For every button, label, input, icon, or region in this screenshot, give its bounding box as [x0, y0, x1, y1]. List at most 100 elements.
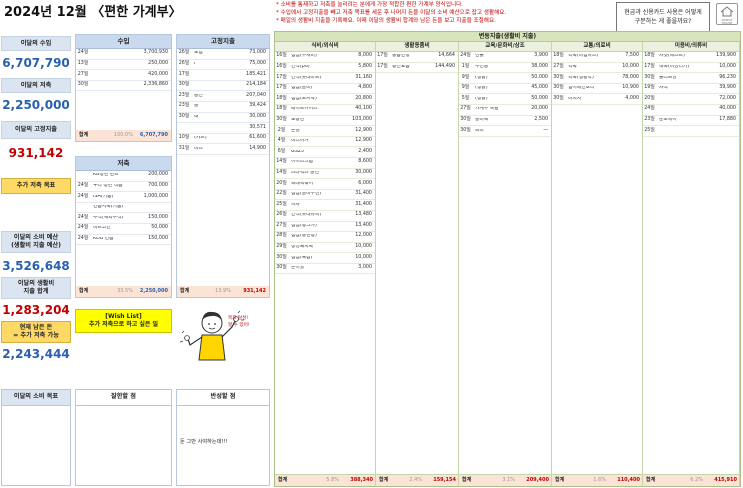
variable-category-4: 미용비/의류비 — [643, 42, 740, 51]
variable-row[interactable]: 17일 중금면정 14,664 — [376, 52, 458, 63]
variable-row[interactable]: 25일 피자 31,400 — [275, 200, 375, 211]
savings-row-name: 연금저축(키움) — [93, 205, 124, 210]
income-row[interactable]: 13일 250,000 — [76, 60, 171, 71]
fixed-row-amount: 14,900 — [249, 145, 266, 151]
variable-row[interactable]: 18일 점심(도시락) 20,800 — [275, 94, 375, 105]
income-row[interactable]: 27일 420,000 — [76, 70, 171, 81]
variable-row[interactable]: 29일 정성돼지국 10,000 — [275, 243, 375, 254]
fixed-row[interactable]: 30일 214,184 — [177, 81, 269, 92]
fixed-sum-percent: 13.9% — [215, 288, 231, 294]
fixed-row[interactable]: 26일 F 75,000 — [177, 60, 269, 71]
fixed-row[interactable]: 17일 185,421 — [177, 70, 269, 81]
variable-row[interactable]: 27일 약국 10,000 — [552, 63, 642, 74]
good-points-panel[interactable]: 잘한할 점 — [75, 389, 172, 486]
variable-row[interactable]: 30일 약국(생활약) 78,000 — [552, 73, 642, 84]
savings-row[interactable]: 연금저축(키움) — [76, 203, 171, 214]
variable-row[interactable]: 30일 회비 — — [459, 126, 551, 137]
variable-row[interactable]: 30일 충비록 2,500 — [459, 116, 551, 127]
help-link[interactable]: 현금과 신용카드 사용은 어떻게 구분하는 게 좋을까요? — [616, 2, 710, 32]
income-row[interactable]: 30일 2,336,860 — [76, 81, 171, 92]
variable-row[interactable]: 30일 바지지 4,000 — [552, 94, 642, 105]
variable-row[interactable]: 4일 비디버거 12,900 — [275, 137, 375, 148]
variable-row[interactable]: 6일 GS25 2,400 — [275, 147, 375, 158]
variable-row[interactable]: 18일 자켓(베스트) 139,900 — [643, 52, 739, 63]
variable-row[interactable]: 20일 72,000 — [643, 94, 739, 105]
help-line-2: 구분하는 게 좋을까요? — [634, 18, 692, 25]
variable-row[interactable]: 1일 무선통 38,000 — [459, 63, 551, 74]
savings-row-date: 24일 — [77, 182, 89, 188]
fixed-label: 이달의 고정지출 — [1, 121, 71, 139]
variable-row[interactable]: 16일 간식(pu) 5,800 — [275, 63, 375, 74]
savings-row[interactable]: 24일 우리 청년 적금 700,000 — [76, 182, 171, 193]
variable-row[interactable]: 16일 점심(수제비) 8,000 — [275, 52, 375, 63]
income-row-date: 24일 — [77, 50, 89, 56]
variable-row[interactable]: 9일 (생활) 45,000 — [459, 84, 551, 95]
variable-row[interactable]: 18일 페이트카이스 40,100 — [275, 105, 375, 116]
savings-row-name: 비트코인 — [93, 226, 111, 231]
variable-row[interactable]: 17일 동신요금 144,490 — [376, 63, 458, 74]
variable-row[interactable]: 14일 어이스크림 8,600 — [275, 158, 375, 169]
variable-row[interactable]: 30일 점심(육짬) 10,000 — [275, 253, 375, 264]
variable-row[interactable]: 30일 올리브영 96,230 — [643, 73, 739, 84]
fixed-row[interactable]: 23일 통신 207,040 — [177, 91, 269, 102]
variable-row-name: 점심(수제비) — [291, 54, 317, 59]
fixed-row-name: 비스 — [194, 146, 203, 151]
variable-sum: 합계 6.2% 415,910 — [643, 475, 740, 486]
variable-row[interactable]: 18일 약국(비엠파스) 7,500 — [552, 52, 642, 63]
variable-row[interactable]: 22일 점심(갈비수산) 31,400 — [275, 190, 375, 201]
variable-row[interactable]: 30일 본이할 3,000 — [275, 264, 375, 275]
variable-row[interactable]: 28일 점심(동천빵) 12,000 — [275, 232, 375, 243]
income-row[interactable]: 24일 3,700,930 — [76, 49, 171, 60]
variable-row[interactable]: 27일 점심(빵그가) 13,400 — [275, 222, 375, 233]
variable-row[interactable]: 14일 스타벅스 충전 30,000 — [275, 169, 375, 180]
variable-row[interactable]: 25일 — [643, 126, 739, 137]
variable-row-amount: 50,000 — [531, 74, 548, 80]
bad-points-panel[interactable]: 반성할 점 돈 그만 사야하는데!!! — [176, 389, 270, 486]
variable-row[interactable]: 17일 간식(롯데마트) 31,160 — [275, 73, 375, 84]
fixed-row[interactable]: 30일 대 30,000 — [177, 113, 269, 124]
variable-row[interactable]: 30일 노랑잔 103,000 — [275, 116, 375, 127]
variable-row[interactable]: 9일 (생활) 50,000 — [459, 73, 551, 84]
variable-sum-total: 159,154 — [433, 477, 456, 483]
fixed-row[interactable]: 23일 통 39,424 — [177, 102, 269, 113]
savings-row[interactable]: 24일 KDB 연금 150,000 — [76, 235, 171, 246]
variable-row-date: 30일 — [553, 95, 564, 101]
goal-panel: 이달의 소비 목표 — [1, 389, 71, 486]
variable-row[interactable]: 26일 간식(롯데슈퍼) 13,480 — [275, 211, 375, 222]
variable-row[interactable]: 17일 내복(미싱리기) 10,000 — [643, 63, 739, 74]
fixed-row[interactable]: 31일 비스 14,900 — [177, 144, 269, 155]
variable-row-name: 점심(갈비수산) — [291, 192, 322, 197]
savings-row[interactable]: 24일 ISA(키움) 1,000,000 — [76, 192, 171, 203]
remain-label: 현재 남은 돈 = 추가 저축 가능 — [1, 321, 71, 343]
variable-row[interactable]: 24일 선물 3,900 — [459, 52, 551, 63]
variable-row[interactable]: 24일 40,000 — [643, 105, 739, 116]
fixed-row[interactable]: 10일 (카드) 61,600 — [177, 134, 269, 145]
variable-row[interactable]: 17일 점심(갈비) 4,800 — [275, 84, 375, 95]
variable-row[interactable]: 27일 가계부 특별 20,000 — [459, 105, 551, 116]
variable-row[interactable]: 5일 (생활) 50,000 — [459, 94, 551, 105]
savings-row[interactable]: 24일 비트코인 50,000 — [76, 224, 171, 235]
fixed-row-name: (카드) — [194, 136, 207, 141]
savings-row[interactable]: 24일 주식(해외주식) 150,000 — [76, 213, 171, 224]
variable-row[interactable]: 30일 엠이메인호러 10,900 — [552, 84, 642, 95]
variable-row-name: 무선통 — [475, 64, 489, 69]
cheer-line-1: 목표 달성! — [228, 316, 249, 321]
bad-points-head: 반성할 점 — [177, 390, 269, 406]
variable-row-amount: 20,000 — [531, 106, 548, 112]
variable-row[interactable]: 2일 논길 12,900 — [275, 126, 375, 137]
fixed-row-amount: 73,000 — [249, 50, 266, 56]
variable-row[interactable]: 20일 곡대떡볶이 6,000 — [275, 179, 375, 190]
variable-row-name: 페이트카이스 — [291, 107, 318, 112]
fixed-row-date: 23일 — [178, 103, 190, 109]
fixed-row[interactable]: 26일 보험 73,000 — [177, 49, 269, 60]
fixed-row[interactable]: 30,571 — [177, 123, 269, 134]
savings-row[interactable]: KB청년 펀드 200,000 — [76, 171, 171, 182]
saving-value: 2,250,000 — [2, 98, 70, 112]
variable-row-date: 25일 — [276, 201, 287, 207]
variable-row[interactable]: 23일 준오헤어 17,880 — [643, 116, 739, 127]
variable-panel: 변동지출(생활비 지출) 식비/외식비 생활용품비 교육/문화비/상조 교통/의료비 미… — [274, 31, 741, 487]
variable-row-name: 약국(생활약) — [568, 75, 594, 80]
fixed-row-amount: 75,000 — [249, 60, 266, 66]
variable-row-amount: 139,900 — [716, 53, 736, 59]
variable-row[interactable]: 19일 자석 39,900 — [643, 84, 739, 95]
